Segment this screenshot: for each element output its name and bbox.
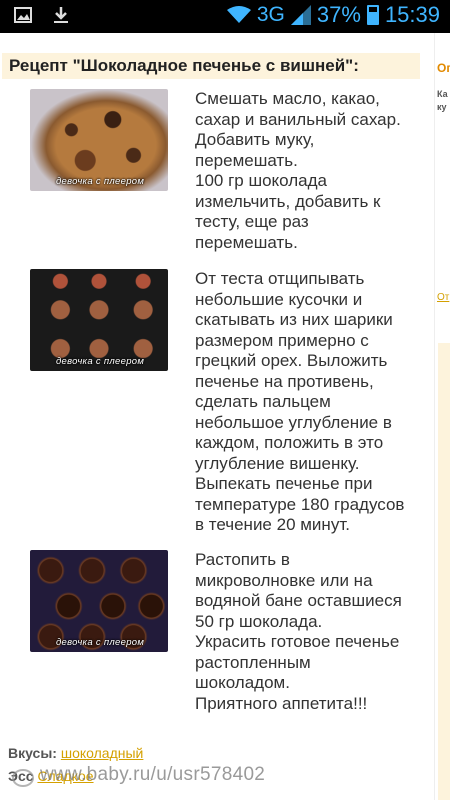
step-text: Смешать масло, какао, сахар и ванильный …: [195, 89, 401, 252]
sidebar: Oг Ка ку От: [428, 33, 450, 800]
tags-row: Вкусы: шоколадный: [8, 745, 143, 761]
recipe-column: Рецепт "Шоколадное печенье с вишней": де…: [0, 33, 428, 800]
network-type: 3G: [256, 3, 285, 26]
sidebar-panel: [438, 343, 450, 800]
sidebar-heading: Oг: [437, 61, 450, 75]
sidebar-divider: [434, 33, 435, 800]
step-text: От теста отщипывать небольшие кусочки и …: [195, 269, 405, 534]
download-icon: [54, 7, 68, 23]
step-text: Растопить в микроволновке или на водяной…: [195, 550, 402, 713]
battery-icon: [366, 5, 379, 25]
clock: 15:39: [384, 2, 440, 27]
image-icon: [14, 7, 32, 23]
watermark-logo: [12, 769, 34, 787]
status-bar: 3G 37% 15:39: [0, 0, 450, 33]
step-photo[interactable]: девочка с плеером: [30, 269, 168, 371]
photo-caption: девочка с плеером: [56, 637, 145, 648]
battery-percent: 37%: [316, 2, 361, 27]
tags-label: Вкусы:: [8, 745, 57, 761]
recipe-title: Рецепт "Шоколадное печенье с вишней":: [2, 53, 420, 79]
photo-caption: девочка с плеером: [56, 176, 145, 187]
photo-caption: девочка с плеером: [56, 356, 145, 367]
wifi-icon: [226, 6, 251, 23]
sidebar-text: Ка ку: [437, 89, 448, 112]
tag-link[interactable]: шоколадный: [61, 745, 144, 761]
page-content[interactable]: Рецепт "Шоколадное печенье с вишней": де…: [0, 33, 450, 800]
sidebar-link[interactable]: От: [437, 292, 449, 303]
step-photo[interactable]: девочка с плеером: [30, 89, 168, 191]
site-watermark: www.baby.ru/u/usr578402: [40, 764, 266, 785]
signal-icon: [290, 5, 311, 25]
step-photo[interactable]: девочка с плеером: [30, 550, 168, 652]
